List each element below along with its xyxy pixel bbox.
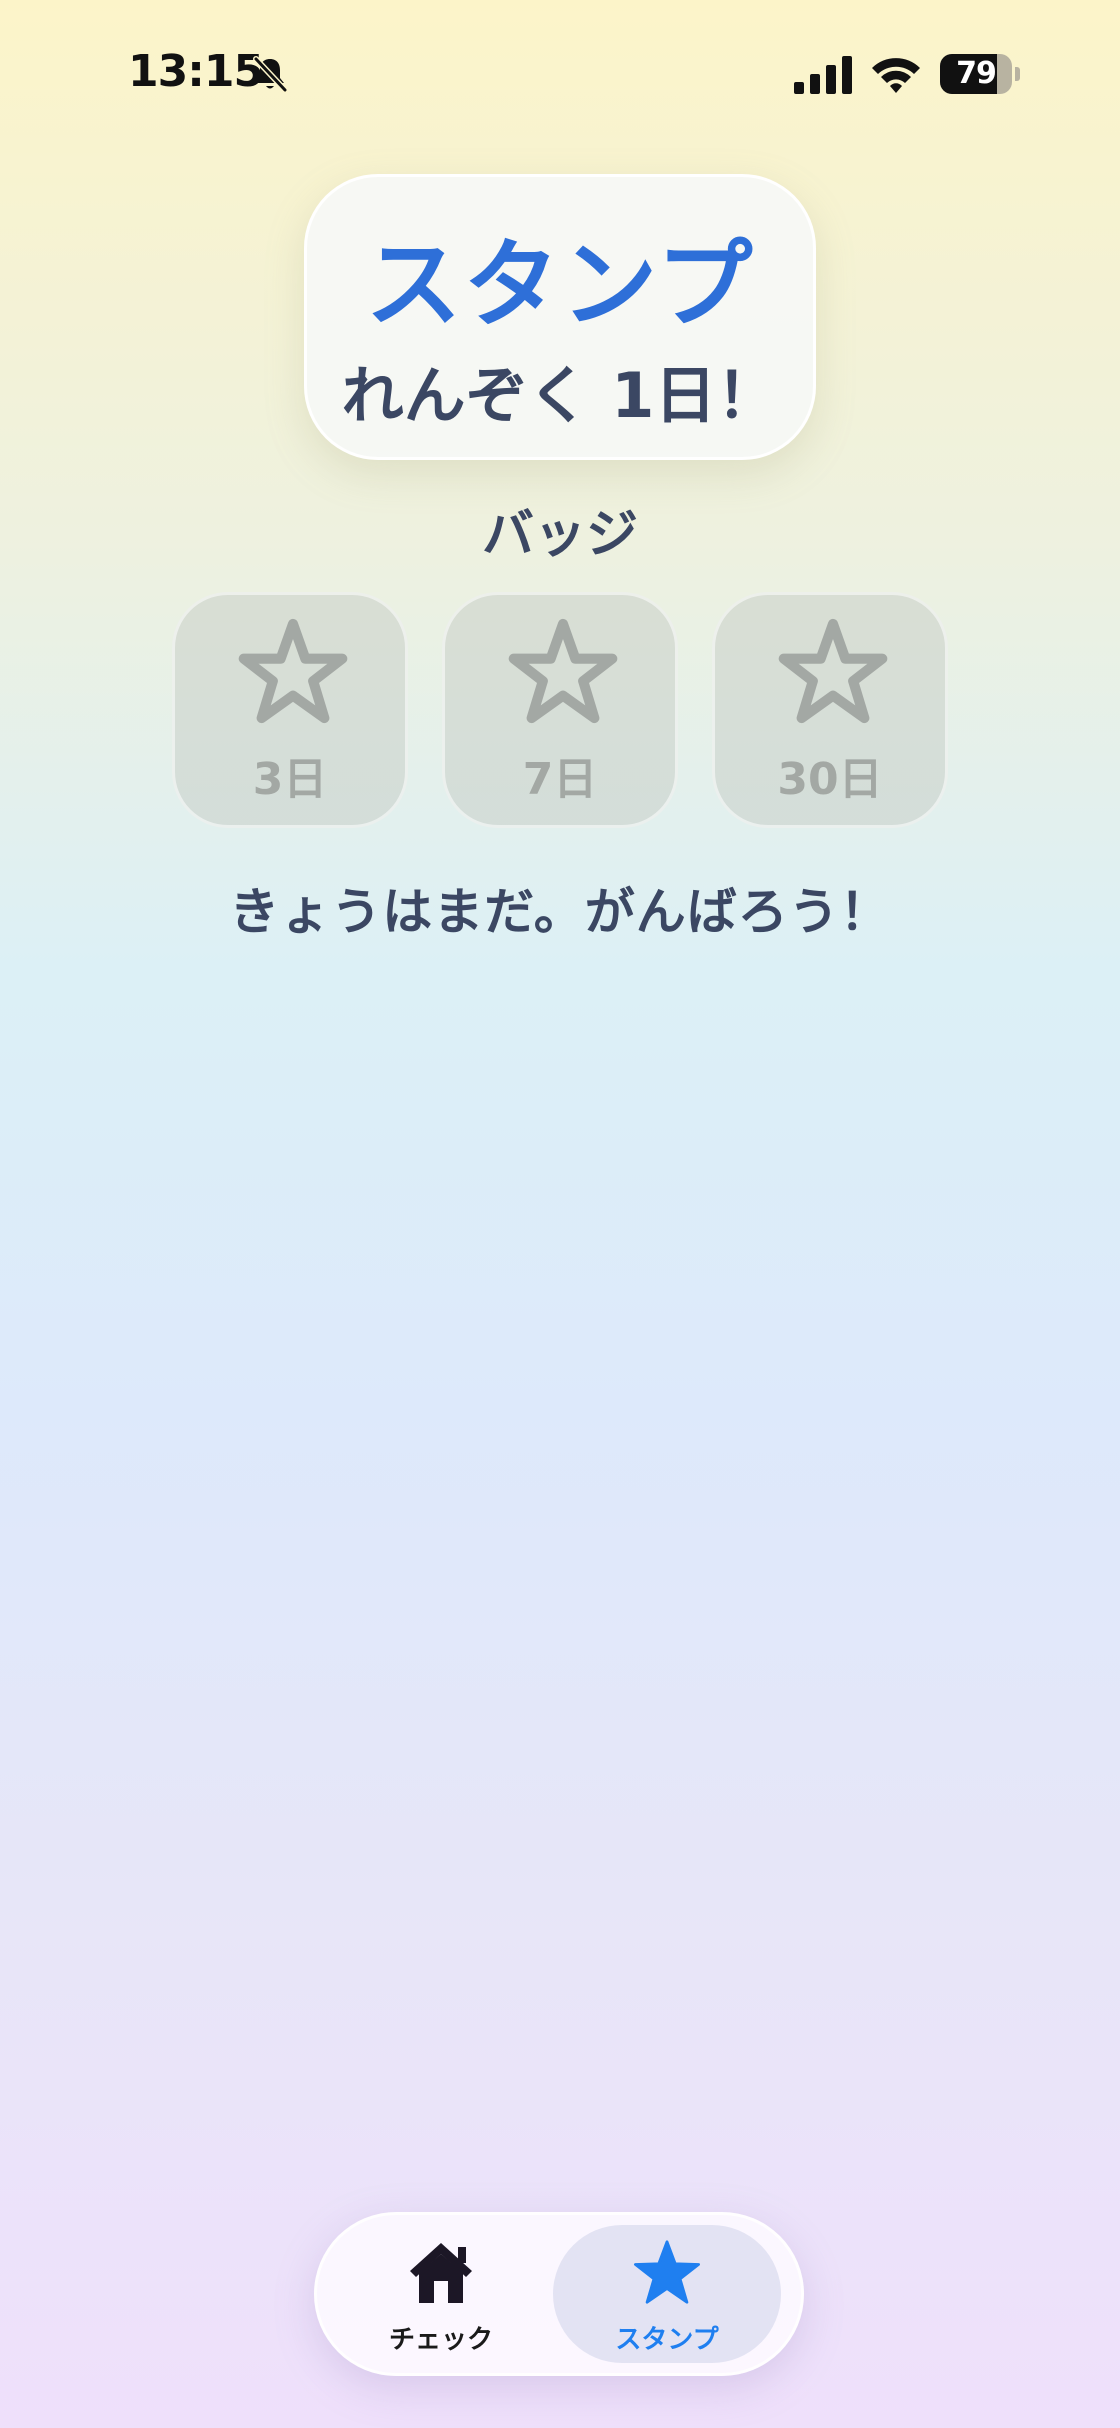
- badge-30-days: 30日: [712, 592, 948, 828]
- status-time: 13:15: [128, 46, 264, 97]
- battery-percent: 79: [956, 56, 997, 91]
- star-outline-icon: [238, 618, 348, 724]
- cellular-signal-icon: [794, 56, 852, 94]
- header-card: スタンプ れんぞく 1日！: [304, 174, 816, 460]
- badge-3-days: 3日: [172, 592, 408, 828]
- tab-bar: チェック スタンプ: [314, 2212, 804, 2376]
- bell-slash-icon: [253, 56, 288, 93]
- tab-check[interactable]: チェック: [327, 2225, 555, 2363]
- tab-label: スタンプ: [615, 2325, 719, 2355]
- encouragement-message: きょうはまだ。がんばろう！: [229, 883, 891, 941]
- tab-label: チェック: [388, 2325, 493, 2355]
- badges-heading: バッジ: [481, 505, 638, 565]
- wifi-icon: [872, 58, 920, 93]
- battery-icon: 79: [940, 54, 1020, 94]
- star-outline-icon: [778, 618, 888, 724]
- badge-7-days: 7日: [442, 592, 678, 828]
- star-outline-icon: [508, 618, 618, 724]
- badge-label: 7日: [522, 754, 598, 805]
- house-icon: [410, 2243, 472, 2303]
- star-filled-icon: [634, 2240, 700, 2304]
- streak-count: れんぞく 1日！: [341, 359, 779, 432]
- badge-label: 3日: [252, 754, 328, 805]
- page-title: スタンプ: [365, 229, 755, 341]
- badge-label: 30日: [777, 754, 883, 805]
- tab-stamp[interactable]: スタンプ: [553, 2225, 781, 2363]
- status-bar: 13:15 79: [0, 0, 1120, 150]
